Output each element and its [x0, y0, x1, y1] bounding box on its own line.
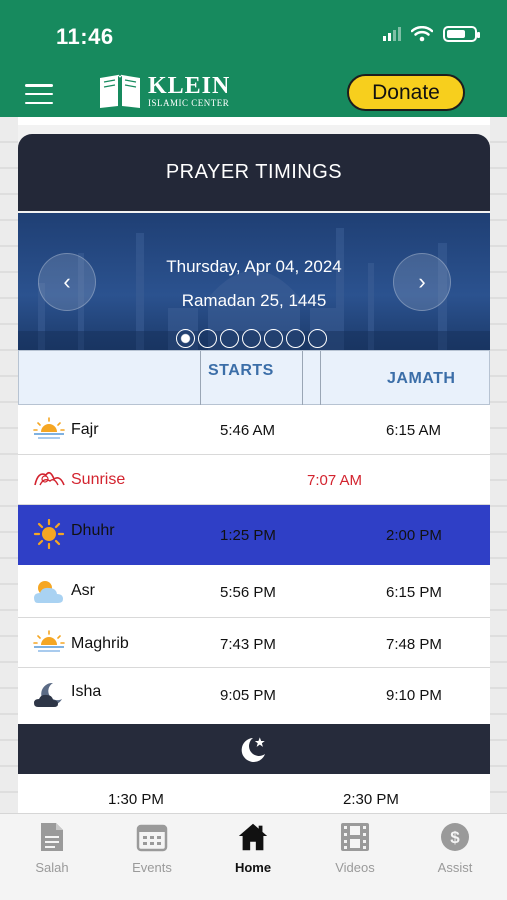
prayer-start-time: 1:25 PM: [220, 527, 276, 544]
prayer-jamath-time: 9:10 PM: [386, 687, 442, 704]
prayer-name: Asr: [71, 582, 95, 599]
prayer-start-time: 5:56 PM: [220, 584, 276, 601]
prayer-name: Sunrise: [71, 471, 126, 488]
sunrise-icon: [34, 471, 65, 486]
jamath-header: JAMATH: [387, 370, 456, 387]
column-header: STARTS JAMATH: [18, 350, 490, 406]
tab-label: Videos: [335, 860, 375, 875]
carousel-dots: [176, 329, 327, 348]
jumuah-time: 1:30 PM: [108, 791, 164, 808]
carousel-dot[interactable]: [176, 329, 195, 348]
signal-icon: [383, 27, 401, 41]
prayer-row-fajr: Fajr 5:46 AM 6:15 AM: [18, 405, 490, 455]
previous-day-button[interactable]: ‹: [38, 253, 96, 311]
prayer-name: Dhuhr: [71, 522, 115, 539]
donate-button[interactable]: Donate: [347, 74, 465, 111]
battery-icon: [443, 26, 480, 42]
jumuah-time: 2:30 PM: [343, 791, 399, 808]
carousel-dot[interactable]: [264, 329, 283, 348]
svg-text:$: $: [450, 828, 460, 847]
jumuah-header: [18, 724, 490, 774]
prayer-row-maghrib: Maghrib 7:43 PM 7:48 PM: [18, 618, 490, 668]
document-icon: [41, 823, 63, 851]
next-day-button[interactable]: ›: [393, 253, 451, 311]
prayer-timings-card: PRAYER TIMINGS Thursday, Apr 04, 2024 Ra…: [18, 117, 490, 813]
home-icon: [238, 823, 268, 851]
prayer-start-time: 7:43 PM: [220, 636, 276, 653]
date-carousel: Thursday, Apr 04, 2024 Ramadan 25, 1445 …: [18, 213, 490, 350]
side-pattern-right: [490, 117, 507, 813]
tab-label: Salah: [35, 860, 69, 875]
tab-label: Assist: [437, 860, 473, 875]
tab-label: Events: [132, 860, 172, 875]
sunset-icon: [33, 630, 65, 652]
prayer-start-time: 9:05 PM: [220, 687, 276, 704]
jumuah-times-row: 1:30 PM 2:30 PM: [18, 774, 490, 813]
carousel-dot[interactable]: [286, 329, 305, 348]
prayer-name: Maghrib: [71, 635, 129, 652]
tab-home[interactable]: Home: [213, 820, 293, 875]
bottom-tab-bar: Salah Events Home Videos $ Assist: [0, 813, 507, 900]
chevron-left-icon: ‹: [63, 269, 71, 294]
tab-label: Home: [234, 860, 272, 875]
carousel-dot[interactable]: [198, 329, 217, 348]
prayer-row-asr: Asr 5:56 PM 6:15 PM: [18, 565, 490, 618]
logo-subtitle: ISLAMIC CENTER: [148, 98, 230, 108]
wifi-icon: [411, 26, 433, 42]
dollar-icon: $: [441, 823, 469, 851]
tab-events[interactable]: Events: [112, 820, 192, 875]
carousel-dot[interactable]: [220, 329, 239, 348]
card-top-edge: [18, 117, 490, 125]
cloud-sun-icon: [34, 581, 63, 603]
sun-icon: [33, 519, 65, 549]
crescent-star-icon: [241, 737, 265, 762]
prayer-row-isha: Isha 9:05 PM 9:10 PM: [18, 668, 490, 724]
calendar-icon: [136, 824, 168, 852]
app-header: 11:46 KLEIN ISLAMIC CENTER Donate: [0, 0, 507, 117]
prayer-jamath-time: 6:15 PM: [386, 584, 442, 601]
moon-cloud-icon: [34, 682, 62, 707]
prayer-jamath-time: 2:00 PM: [386, 527, 442, 544]
logo: KLEIN ISLAMIC CENTER: [98, 72, 230, 110]
prayer-row-dhuhr: Dhuhr 1:25 PM 2:00 PM: [18, 505, 490, 565]
tab-videos[interactable]: Videos: [315, 820, 395, 875]
tab-assist[interactable]: $ Assist: [415, 820, 495, 875]
status-icons: [383, 26, 480, 42]
side-pattern-left: [0, 117, 18, 813]
prayer-name: Fajr: [71, 421, 99, 438]
prayer-jamath-time: 6:15 AM: [386, 422, 442, 439]
carousel-dot[interactable]: [242, 329, 261, 348]
menu-button[interactable]: [25, 84, 53, 104]
prayer-start-time: 7:07 AM: [307, 472, 363, 489]
card-title: PRAYER TIMINGS: [165, 161, 343, 183]
prayer-row-sunrise: Sunrise 7:07 AM: [18, 455, 490, 505]
logo-name: KLEIN: [148, 73, 231, 99]
carousel-dot[interactable]: [308, 329, 327, 348]
tab-salah[interactable]: Salah: [12, 820, 92, 875]
sun-horizon-icon: [33, 417, 65, 439]
film-icon: [341, 823, 369, 851]
starts-header: STARTS: [208, 362, 274, 379]
status-time: 11:46: [56, 24, 114, 49]
chevron-right-icon: ›: [418, 269, 426, 294]
prayer-jamath-time: 7:48 PM: [386, 636, 442, 653]
book-icon: [100, 74, 140, 108]
prayer-name: Isha: [71, 683, 102, 700]
prayer-start-time: 5:46 AM: [220, 422, 276, 439]
card-title-bar: PRAYER TIMINGS: [18, 134, 490, 211]
